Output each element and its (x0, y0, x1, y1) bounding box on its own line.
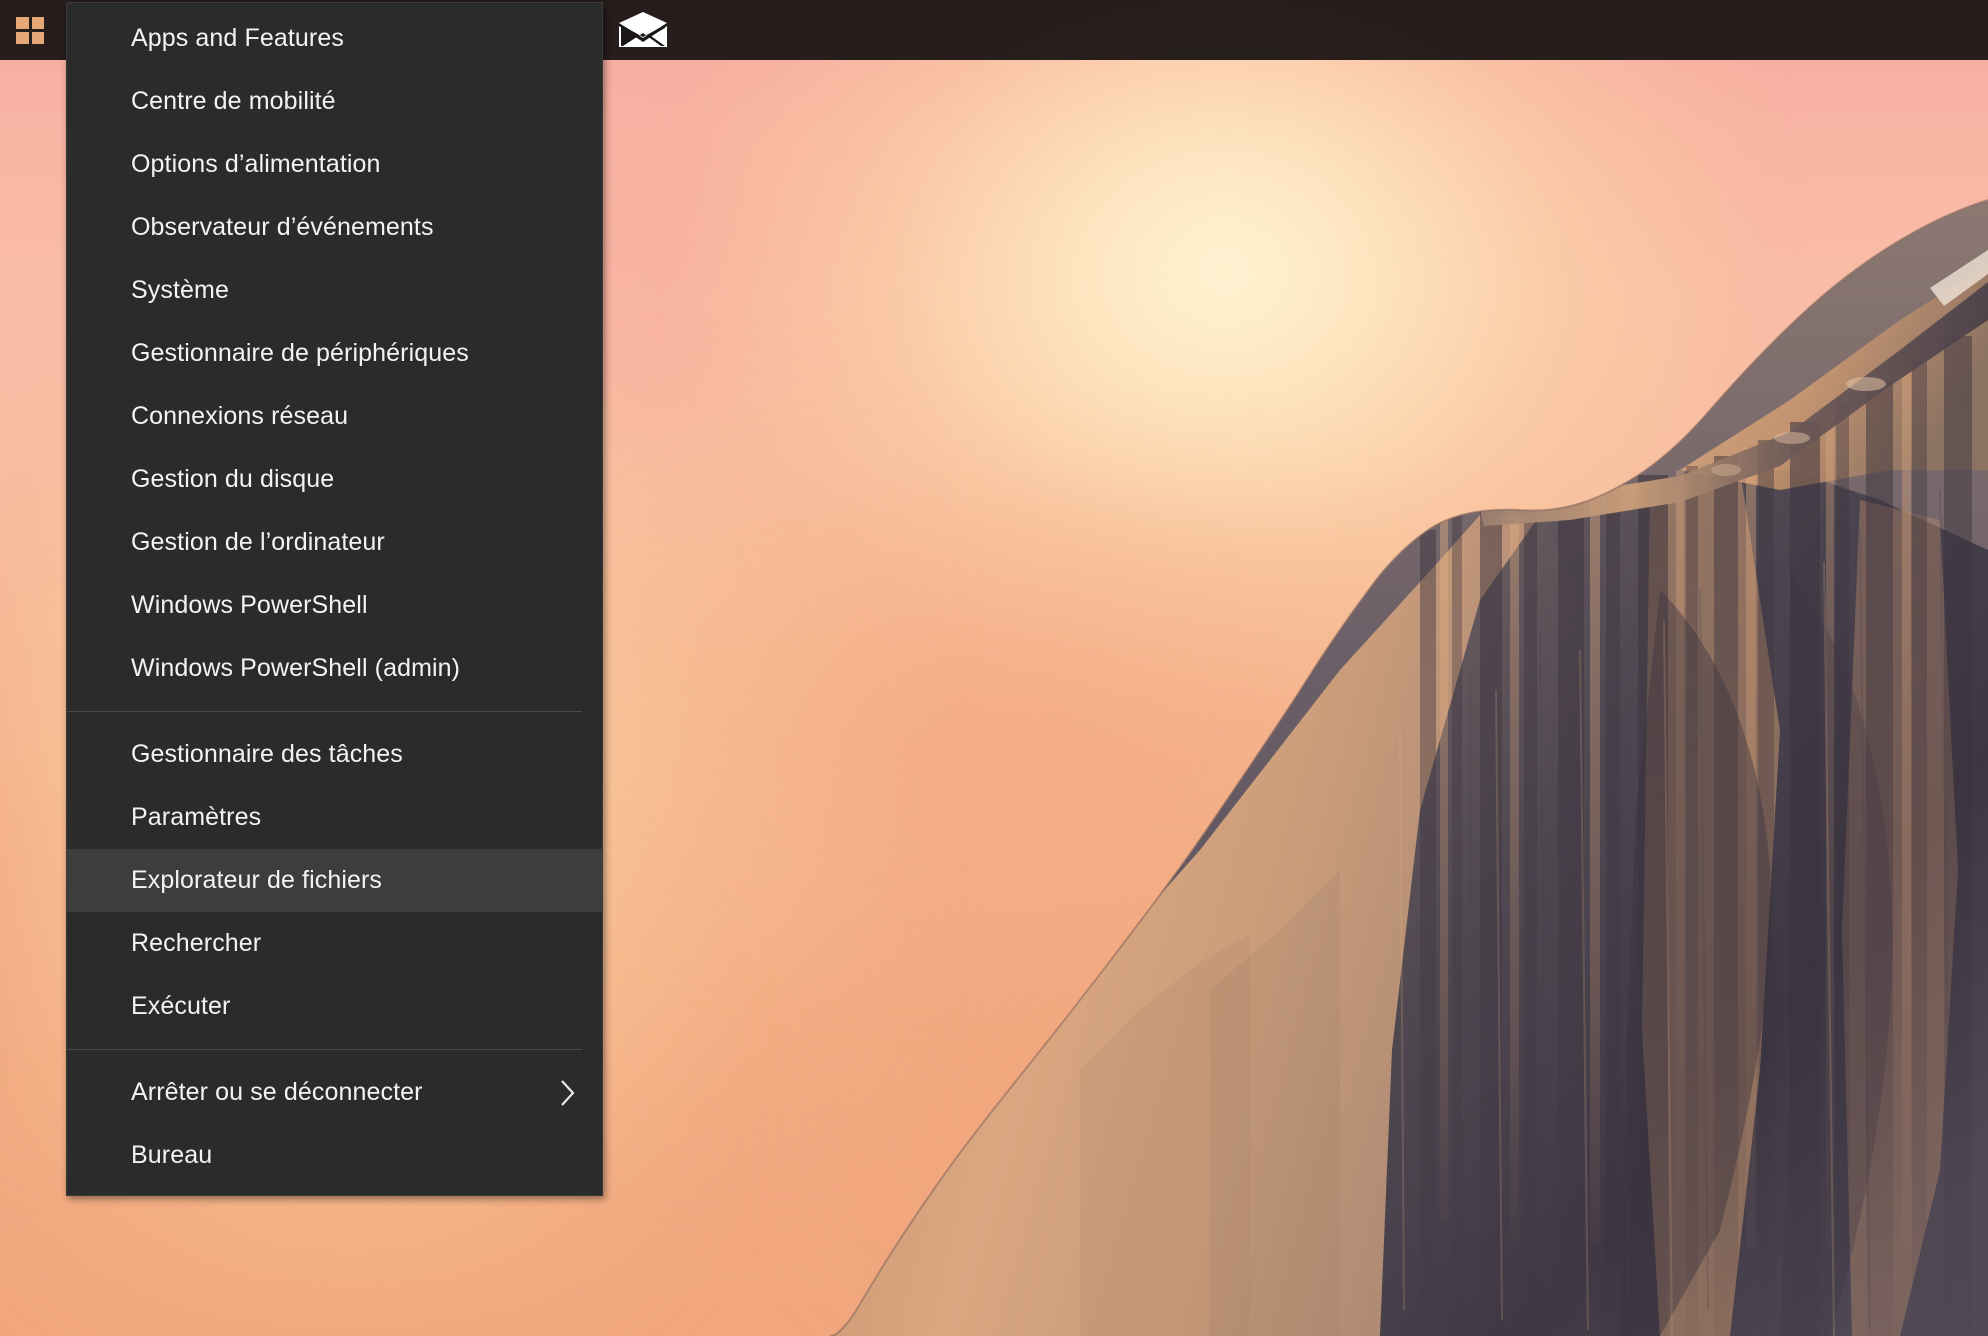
menu-item-search[interactable]: Rechercher (67, 912, 602, 975)
menu-item-apps-and-features[interactable]: Apps and Features (67, 7, 602, 70)
menu-item-desktop[interactable]: Bureau (67, 1124, 602, 1187)
menu-separator-1 (67, 711, 582, 712)
menu-item-label: Exécuter (131, 992, 231, 1020)
menu-item-label: Gestionnaire de périphériques (131, 339, 469, 367)
menu-group-tools: Gestionnaire des tâches Paramètres Explo… (67, 723, 602, 1038)
menu-item-mobility-center[interactable]: Centre de mobilité (67, 70, 602, 133)
power-user-context-menu[interactable]: Apps and Features Centre de mobilité Opt… (66, 2, 603, 1196)
desktop-screen: Apps and Features Centre de mobilité Opt… (0, 0, 1988, 1336)
menu-item-label: Gestion du disque (131, 465, 335, 493)
windows-logo-icon (16, 16, 44, 44)
menu-item-label: Gestion de l’ordinateur (131, 528, 385, 556)
menu-item-file-explorer[interactable]: Explorateur de fichiers (67, 849, 602, 912)
chevron-right-icon (560, 1079, 576, 1107)
menu-item-label: Arrêter ou se déconnecter (131, 1078, 423, 1106)
menu-item-power-options[interactable]: Options d’alimentation (67, 133, 602, 196)
menu-item-device-manager[interactable]: Gestionnaire de périphériques (67, 322, 602, 385)
menu-item-shutdown-or-signout[interactable]: Arrêter ou se déconnecter (67, 1061, 602, 1124)
menu-item-system[interactable]: Système (67, 259, 602, 322)
menu-item-computer-management[interactable]: Gestion de l’ordinateur (67, 511, 602, 574)
menu-group-system: Apps and Features Centre de mobilité Opt… (67, 7, 602, 700)
menu-item-network-connections[interactable]: Connexions réseau (67, 385, 602, 448)
menu-item-label: Paramètres (131, 803, 262, 831)
half-dome-cliff (780, 170, 1988, 1336)
menu-item-settings[interactable]: Paramètres (67, 786, 602, 849)
menu-item-label: Options d’alimentation (131, 150, 381, 178)
menu-item-label: Windows PowerShell (131, 591, 368, 619)
menu-item-label: Système (131, 276, 229, 304)
start-button[interactable] (0, 0, 60, 60)
menu-item-label: Centre de mobilité (131, 87, 336, 115)
menu-item-label: Apps and Features (131, 24, 344, 52)
menu-item-label: Windows PowerShell (admin) (131, 654, 461, 682)
menu-item-windows-powershell[interactable]: Windows PowerShell (67, 574, 602, 637)
menu-item-run[interactable]: Exécuter (67, 975, 602, 1038)
menu-group-session: Arrêter ou se déconnecter Bureau (67, 1061, 602, 1187)
menu-item-label: Rechercher (131, 929, 262, 957)
menu-item-windows-powershell-admin[interactable]: Windows PowerShell (admin) (67, 637, 602, 700)
taskbar-item-mail[interactable] (613, 0, 673, 60)
menu-item-label: Observateur d’événements (131, 213, 434, 241)
menu-item-label: Connexions réseau (131, 402, 349, 430)
menu-item-event-viewer[interactable]: Observateur d’événements (67, 196, 602, 259)
menu-separator-2 (67, 1049, 582, 1050)
menu-item-label: Bureau (131, 1141, 213, 1169)
menu-item-disk-management[interactable]: Gestion du disque (67, 448, 602, 511)
menu-item-label: Gestionnaire des tâches (131, 740, 403, 768)
mail-envelope-icon (617, 11, 669, 49)
menu-item-label: Explorateur de fichiers (131, 866, 383, 894)
menu-item-task-manager[interactable]: Gestionnaire des tâches (67, 723, 602, 786)
